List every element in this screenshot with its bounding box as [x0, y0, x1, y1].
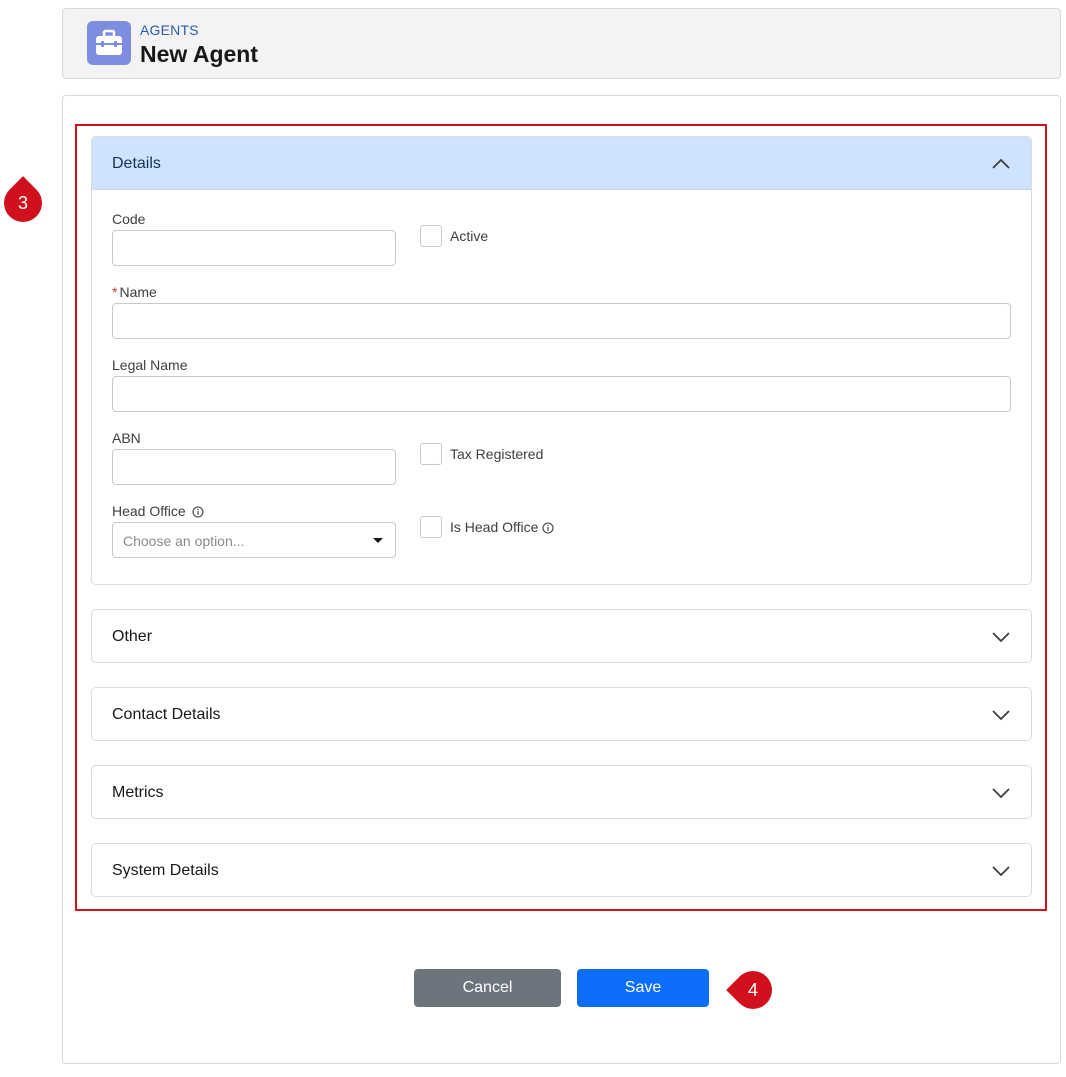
step-callout-3-number: 3 — [17, 193, 29, 214]
page-title: New Agent — [140, 41, 258, 67]
page-header: AGENTS New Agent — [62, 8, 1061, 79]
object-type-label: AGENTS — [140, 22, 199, 38]
highlight-frame — [75, 124, 1047, 911]
cancel-button[interactable]: Cancel — [414, 969, 561, 1007]
step-callout-4-number: 4 — [747, 979, 759, 1000]
step-callout-3: 3 — [0, 176, 50, 230]
save-button[interactable]: Save — [577, 969, 709, 1007]
briefcase-icon — [87, 21, 131, 65]
